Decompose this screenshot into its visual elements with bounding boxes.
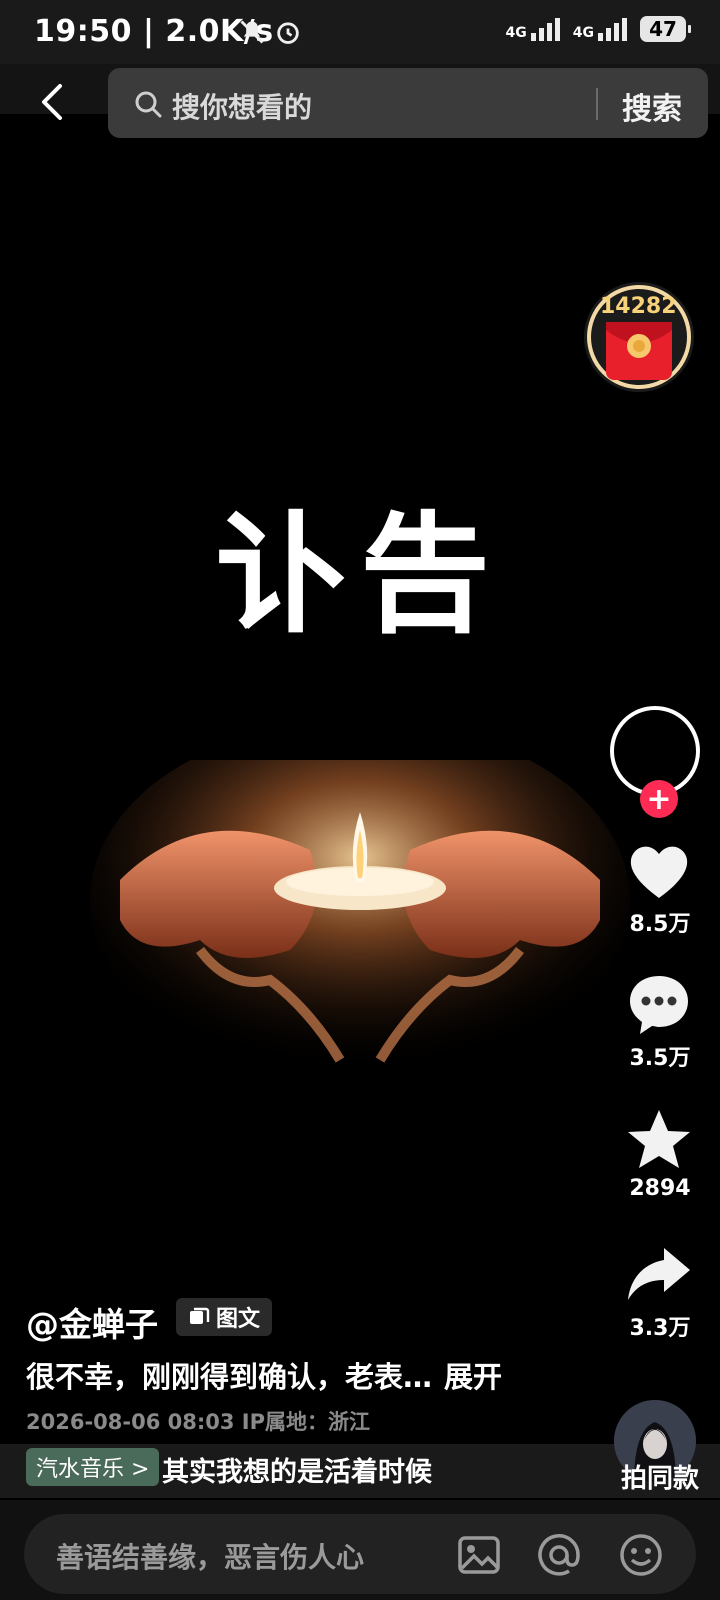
back-chevron-icon [42, 84, 62, 120]
back-button[interactable] [34, 82, 74, 122]
alarm-icon [277, 22, 299, 44]
emoji-icon[interactable] [618, 1532, 664, 1578]
mute-icon [240, 20, 264, 44]
search-icon [135, 91, 162, 118]
reward-count: 14282 [600, 294, 677, 319]
candle-in-hands-image [90, 760, 630, 1080]
share-icon[interactable] [624, 1240, 694, 1310]
share-count: 3.3万 [629, 1316, 691, 1341]
post-type-label: 图文 [216, 1307, 261, 1332]
music-app-chip[interactable]: 汽水音乐 > [26, 1448, 160, 1486]
comment-placeholder: 善语结善缘，恶言伤人心 [56, 1541, 365, 1574]
follow-button[interactable]: + [640, 780, 678, 818]
like-count: 8.5万 [629, 912, 691, 937]
plus-icon: + [646, 781, 672, 817]
favorite-count: 2894 [629, 1176, 691, 1201]
post-type-tag: 图文 [176, 1298, 273, 1336]
author-name[interactable]: @金蝉子 [26, 1298, 158, 1346]
status-right: 4G 4G 47 [506, 16, 691, 42]
comment-icon[interactable] [624, 970, 694, 1040]
post-caption: 很不幸，刚刚得到确认，老表… 展开 [26, 1354, 502, 1396]
same-style-label[interactable]: 拍同款 [600, 1458, 720, 1495]
expand-link[interactable]: 展开 [444, 1360, 502, 1394]
post-meta: 2026-08-06 08:03 IP属地：浙江 [26, 1410, 370, 1434]
heart-icon[interactable] [624, 836, 694, 906]
caption-text: 很不幸，刚刚得到确认，老表… [26, 1360, 433, 1394]
signal-2: 4G [573, 17, 630, 41]
signal-icon [530, 18, 560, 41]
post-headline: 讣告 [215, 499, 504, 651]
star-icon[interactable] [624, 1106, 694, 1176]
comment-count: 3.5万 [629, 1046, 691, 1071]
status-icons [238, 18, 302, 46]
signal-1: 4G [506, 17, 563, 41]
at-icon[interactable] [536, 1532, 582, 1578]
music-title[interactable]: 其实我想的是活着时候 [162, 1450, 452, 1489]
search-placeholder: 搜你想看的 [172, 91, 313, 124]
image-icon[interactable] [456, 1532, 502, 1578]
search-divider [596, 88, 598, 120]
battery-indicator: 47 [640, 16, 691, 42]
signal-icon [598, 18, 627, 41]
gallery-icon [190, 1307, 210, 1324]
search-button[interactable]: 搜索 [622, 84, 682, 128]
